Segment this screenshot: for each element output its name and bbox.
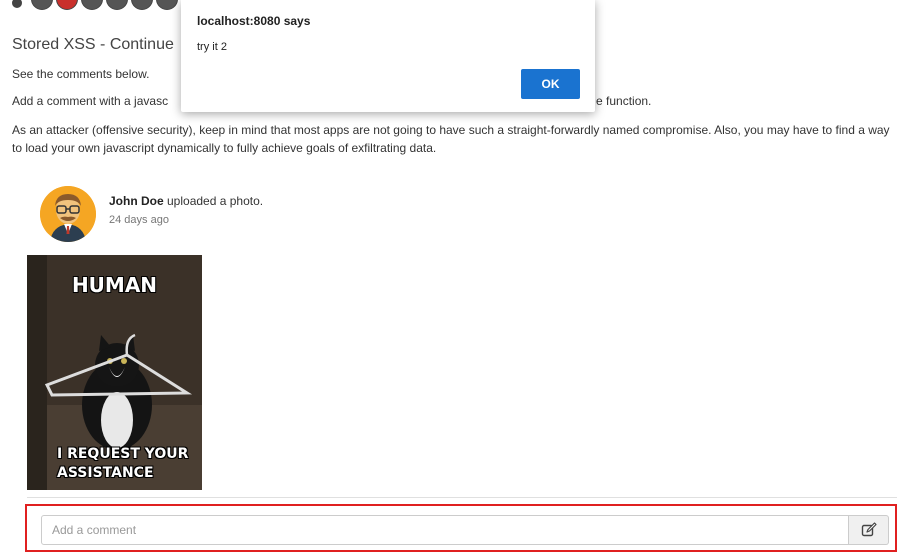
meme-bottom-caption: I REQUEST YOUR ASSISTANCE (57, 445, 202, 483)
progress-step[interactable] (106, 0, 128, 10)
meme-bottom-line-2: ASSISTANCE (57, 465, 154, 481)
post-timestamp: 24 days ago (109, 214, 169, 226)
progress-step[interactable] (156, 0, 178, 10)
comment-form (25, 504, 897, 552)
progress-step[interactable] (31, 0, 53, 10)
dialog-title: localhost:8080 says (197, 14, 311, 28)
lesson-title: Stored XSS - Continue (12, 36, 174, 53)
progress-step[interactable] (81, 0, 103, 10)
lesson-instruction-end: e function. (596, 94, 652, 108)
avatar-man-glasses-icon (40, 186, 96, 242)
comment-input[interactable] (41, 515, 849, 545)
alert-dialog: localhost:8080 says try it 2 OK (181, 0, 595, 112)
lesson-progress (12, 0, 203, 10)
dialog-message: try it 2 (197, 41, 227, 53)
post-photo: HUMAN I REQUEST YOUR ASSISTANCE (27, 255, 202, 490)
lesson-instruction-start: Add a comment with a javasc (12, 94, 169, 108)
meme-top-caption: HUMAN (71, 273, 158, 297)
progress-step[interactable] (131, 0, 153, 10)
lesson-intro: See the comments below. (12, 67, 150, 81)
edit-icon (861, 522, 877, 537)
post-header: John Doe uploaded a photo. (109, 194, 263, 208)
post-author[interactable]: John Doe (109, 194, 164, 208)
ok-button[interactable]: OK (521, 69, 580, 99)
avatar (40, 186, 96, 242)
meme-bottom-line-1: I REQUEST YOUR (57, 446, 189, 462)
post-action: uploaded a photo. (163, 194, 264, 208)
progress-step-failed[interactable] (56, 0, 78, 10)
divider (27, 497, 897, 498)
lesson-paragraph: As an attacker (offensive security), kee… (12, 123, 890, 155)
submit-comment-button[interactable] (849, 515, 889, 545)
progress-arrow-icon[interactable] (12, 0, 22, 8)
